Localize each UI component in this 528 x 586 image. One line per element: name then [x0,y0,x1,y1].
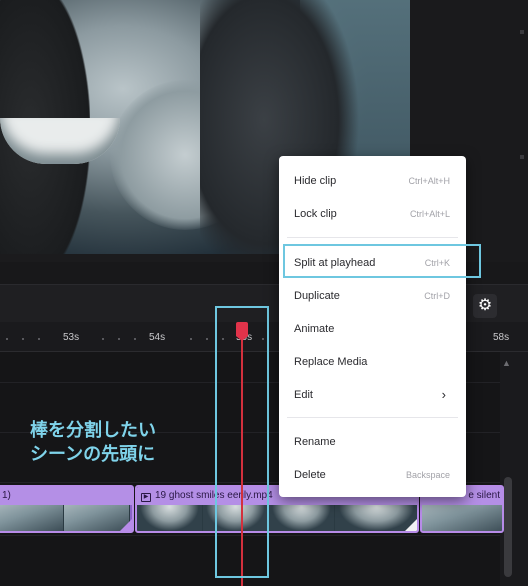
menu-divider [287,237,458,238]
menu-item-delete[interactable]: Delete Backspace [279,458,466,491]
menu-item-label: Lock clip [294,208,337,220]
ruler-label-58s: 58s [493,332,510,343]
video-editor: ⚙ 53s 54s 55s 58s ▲ 1) [0,0,528,586]
menu-item-shortcut: Backspace [405,470,450,480]
menu-item-label: Animate [294,323,335,335]
menu-item-label: Delete [294,469,326,481]
scroll-up-icon[interactable]: ▲ [502,358,511,368]
timeline-scrollbar[interactable]: ▲ [500,352,528,586]
clip-title: e silent [468,490,500,501]
menu-item-edit[interactable]: Edit › [279,378,466,411]
scroll-thumb[interactable] [504,477,512,577]
clip-title: 1) [0,487,132,505]
split-item-highlight-box [283,244,481,278]
chevron-right-icon: › [441,387,446,402]
menu-item-label: Rename [294,436,336,448]
menu-item-label: Replace Media [294,356,368,368]
playhead-highlight-box [215,306,269,578]
video-clip-previous[interactable]: 1) [0,485,134,533]
ruler-label-54s: 54s [149,332,166,343]
menu-item-shortcut: Ctrl+Alt+H [408,176,450,186]
menu-item-replace-media[interactable]: Replace Media [279,345,466,378]
ruler-label-53s: 53s [63,332,80,343]
gear-icon: ⚙ [477,297,493,314]
menu-item-rename[interactable]: Rename [279,425,466,458]
menu-item-label: Hide clip [294,175,337,187]
video-file-icon: ▶ [141,493,151,502]
menu-item-shortcut: Ctrl+D [424,291,450,301]
menu-item-shortcut: Ctrl+Alt+L [409,209,450,219]
menu-item-lock-clip[interactable]: Lock clip Ctrl+Alt+L [279,197,466,230]
annotation-caption: 棒を分割したい シーンの先頭に [30,420,156,464]
menu-item-label: Edit [294,389,313,401]
timeline-settings-button[interactable]: ⚙ [473,294,497,318]
clip-context-menu: Hide clip Ctrl+Alt+H Lock clip Ctrl+Alt+… [279,156,466,497]
menu-item-duplicate[interactable]: Duplicate Ctrl+D [279,279,466,312]
menu-item-hide-clip[interactable]: Hide clip Ctrl+Alt+H [279,164,466,197]
menu-item-label: Duplicate [294,290,340,302]
menu-divider [287,417,458,418]
menu-item-animate[interactable]: Animate [279,312,466,345]
